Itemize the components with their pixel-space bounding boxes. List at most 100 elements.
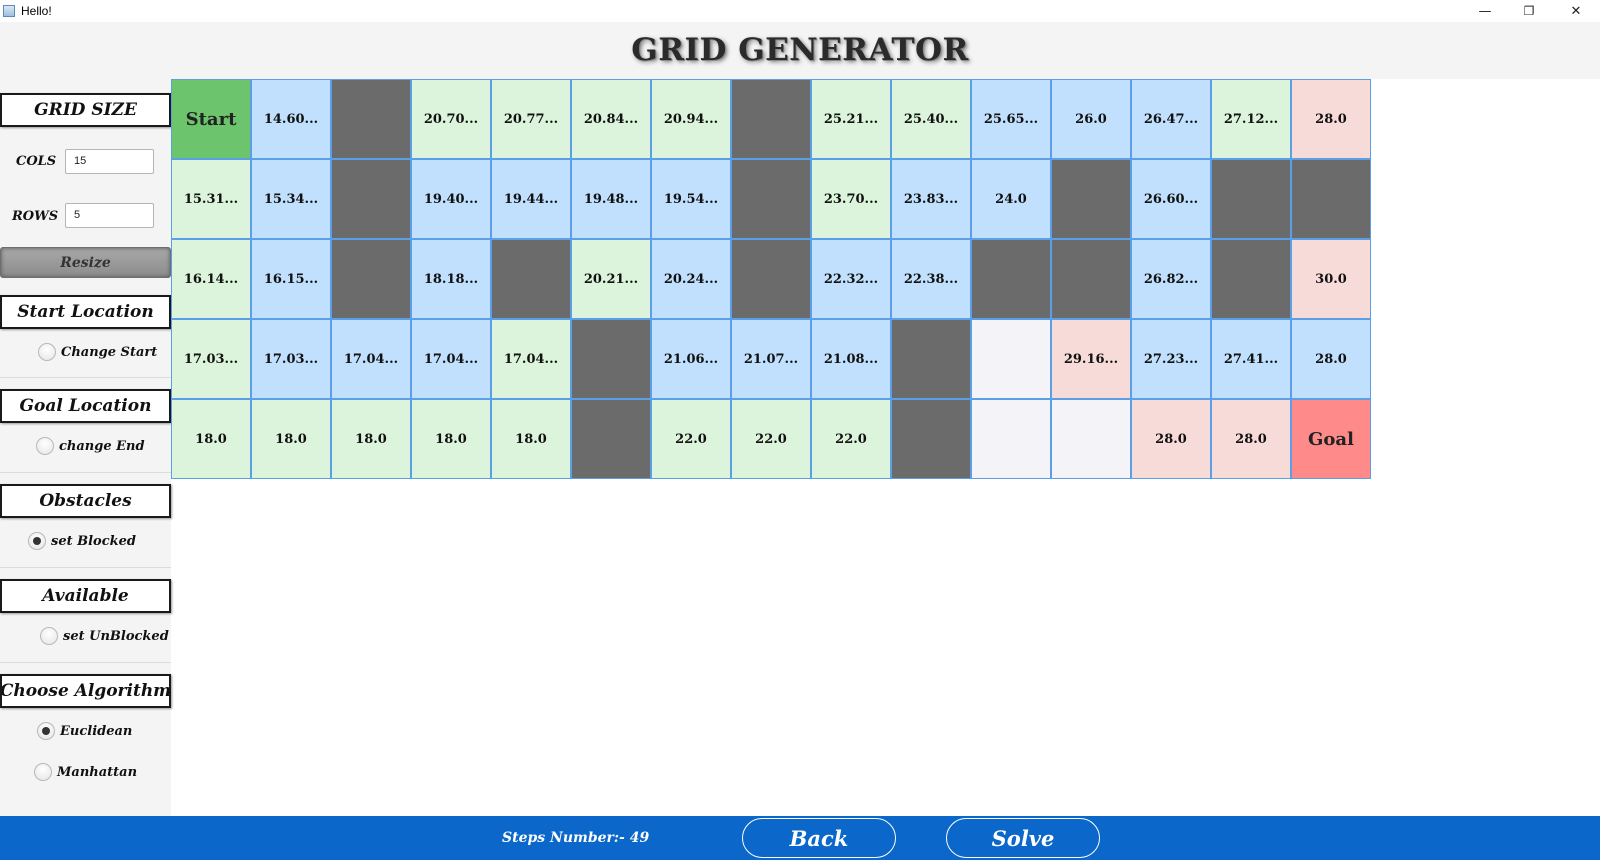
grid-cell[interactable]: 17.04... xyxy=(331,319,411,399)
grid-cell[interactable]: 19.40... xyxy=(411,159,491,239)
grid-cell[interactable]: 19.54... xyxy=(651,159,731,239)
manhattan-option[interactable]: Manhattan xyxy=(34,762,137,782)
grid-cell[interactable]: 28.0 xyxy=(1211,399,1291,479)
grid-cell[interactable]: 15.31... xyxy=(171,159,251,239)
set-unblocked-option[interactable]: set UnBlocked xyxy=(40,626,169,646)
grid-cell[interactable]: 20.24... xyxy=(651,239,731,319)
footer-bar: Steps Number:- 49 Back Solve xyxy=(0,816,1600,860)
solve-button[interactable]: Solve xyxy=(946,818,1100,858)
blocked-cell[interactable] xyxy=(491,239,571,319)
blocked-cell[interactable] xyxy=(571,319,651,399)
grid-cell[interactable]: 27.23... xyxy=(1131,319,1211,399)
grid-cell[interactable]: 20.84... xyxy=(571,79,651,159)
start-cell[interactable]: Start xyxy=(171,79,251,159)
euclidean-radio[interactable] xyxy=(37,722,55,740)
grid-cell[interactable]: 17.03... xyxy=(171,319,251,399)
manhattan-radio[interactable] xyxy=(34,763,52,781)
goal-cell[interactable]: Goal xyxy=(1291,399,1371,479)
grid-cell[interactable]: 26.0 xyxy=(1051,79,1131,159)
blocked-cell[interactable] xyxy=(891,399,971,479)
blocked-cell[interactable] xyxy=(731,159,811,239)
grid-cell[interactable]: 20.70... xyxy=(411,79,491,159)
grid-cell[interactable]: 28.0 xyxy=(1291,79,1371,159)
grid-cell[interactable]: 22.0 xyxy=(731,399,811,479)
grid-cell[interactable]: 18.0 xyxy=(171,399,251,479)
grid-cell[interactable]: 16.15... xyxy=(251,239,331,319)
grid-cell[interactable]: 20.77... xyxy=(491,79,571,159)
grid-cell[interactable]: 27.41... xyxy=(1211,319,1291,399)
blocked-cell[interactable] xyxy=(731,239,811,319)
blocked-cell[interactable] xyxy=(331,79,411,159)
grid-cell[interactable]: 20.21... xyxy=(571,239,651,319)
grid-cell[interactable]: 22.0 xyxy=(811,399,891,479)
page-title: GRID GENERATOR xyxy=(631,32,969,68)
grid-cell[interactable]: 16.14... xyxy=(171,239,251,319)
blocked-cell[interactable] xyxy=(731,79,811,159)
grid-cell[interactable]: 22.0 xyxy=(651,399,731,479)
change-start-radio[interactable] xyxy=(38,343,56,361)
divider xyxy=(0,662,171,663)
grid-cell[interactable]: 18.18... xyxy=(411,239,491,319)
set-blocked-radio[interactable] xyxy=(28,532,46,550)
set-unblocked-radio[interactable] xyxy=(40,627,58,645)
grid-cell[interactable]: 19.44... xyxy=(491,159,571,239)
set-blocked-option[interactable]: set Blocked xyxy=(28,531,136,551)
grid-cell[interactable]: 17.03... xyxy=(251,319,331,399)
grid-cell[interactable]: 30.0 xyxy=(1291,239,1371,319)
grid-cell[interactable]: 22.32... xyxy=(811,239,891,319)
grid-cell[interactable] xyxy=(971,399,1051,479)
grid-cell[interactable]: 27.12... xyxy=(1211,79,1291,159)
grid-cell[interactable]: 21.06... xyxy=(651,319,731,399)
blocked-cell[interactable] xyxy=(1211,239,1291,319)
grid-cell[interactable] xyxy=(1051,399,1131,479)
grid-cell[interactable]: 25.21... xyxy=(811,79,891,159)
change-start-option[interactable]: Change Start xyxy=(38,342,157,362)
blocked-cell[interactable] xyxy=(331,159,411,239)
grid-cell[interactable]: 24.0 xyxy=(971,159,1051,239)
grid-cell[interactable]: 21.08... xyxy=(811,319,891,399)
grid-cell[interactable]: 26.82... xyxy=(1131,239,1211,319)
grid-cell[interactable]: 28.0 xyxy=(1291,319,1371,399)
grid-cell[interactable]: 18.0 xyxy=(411,399,491,479)
change-end-option[interactable]: change End xyxy=(36,436,145,456)
grid-cell[interactable]: 19.48... xyxy=(571,159,651,239)
grid-cell[interactable]: 18.0 xyxy=(491,399,571,479)
grid-cell[interactable] xyxy=(971,319,1051,399)
grid-cell[interactable]: 25.40... xyxy=(891,79,971,159)
grid-cell[interactable]: 15.34... xyxy=(251,159,331,239)
cols-input[interactable]: 15 xyxy=(65,149,154,174)
blocked-cell[interactable] xyxy=(1051,239,1131,319)
rows-input[interactable]: 5 xyxy=(65,203,154,228)
grid-cell[interactable]: 28.0 xyxy=(1131,399,1211,479)
grid-cell[interactable]: 22.38... xyxy=(891,239,971,319)
grid-cell[interactable]: 23.70... xyxy=(811,159,891,239)
grid-cell[interactable]: 29.16... xyxy=(1051,319,1131,399)
grid-cell[interactable]: 17.04... xyxy=(491,319,571,399)
back-button[interactable]: Back xyxy=(742,818,896,858)
blocked-cell[interactable] xyxy=(1291,159,1371,239)
grid-cell[interactable]: 26.47... xyxy=(1131,79,1211,159)
grid-cell[interactable]: 14.60... xyxy=(251,79,331,159)
divider xyxy=(0,377,171,378)
blocked-cell[interactable] xyxy=(971,239,1051,319)
blocked-cell[interactable] xyxy=(1211,159,1291,239)
minimize-button[interactable]: — xyxy=(1462,0,1508,22)
grid-cell[interactable]: 26.60... xyxy=(1131,159,1211,239)
grid-cell[interactable]: 18.0 xyxy=(251,399,331,479)
grid-cell[interactable]: 23.83... xyxy=(891,159,971,239)
grid-cell[interactable]: 25.65... xyxy=(971,79,1051,159)
grid-cell[interactable]: 21.07... xyxy=(731,319,811,399)
close-button[interactable]: ✕ xyxy=(1553,0,1599,22)
grid-cell[interactable]: 20.94... xyxy=(651,79,731,159)
grid-cell[interactable]: 17.04... xyxy=(411,319,491,399)
blocked-cell[interactable] xyxy=(1051,159,1131,239)
resize-button[interactable]: Resize xyxy=(0,247,171,278)
blocked-cell[interactable] xyxy=(571,399,651,479)
change-end-radio[interactable] xyxy=(36,437,54,455)
maximize-button[interactable]: ❐ xyxy=(1506,0,1552,22)
obstacles-heading: Obstacles xyxy=(0,484,171,518)
blocked-cell[interactable] xyxy=(891,319,971,399)
grid-cell[interactable]: 18.0 xyxy=(331,399,411,479)
euclidean-option[interactable]: Euclidean xyxy=(37,721,132,741)
blocked-cell[interactable] xyxy=(331,239,411,319)
